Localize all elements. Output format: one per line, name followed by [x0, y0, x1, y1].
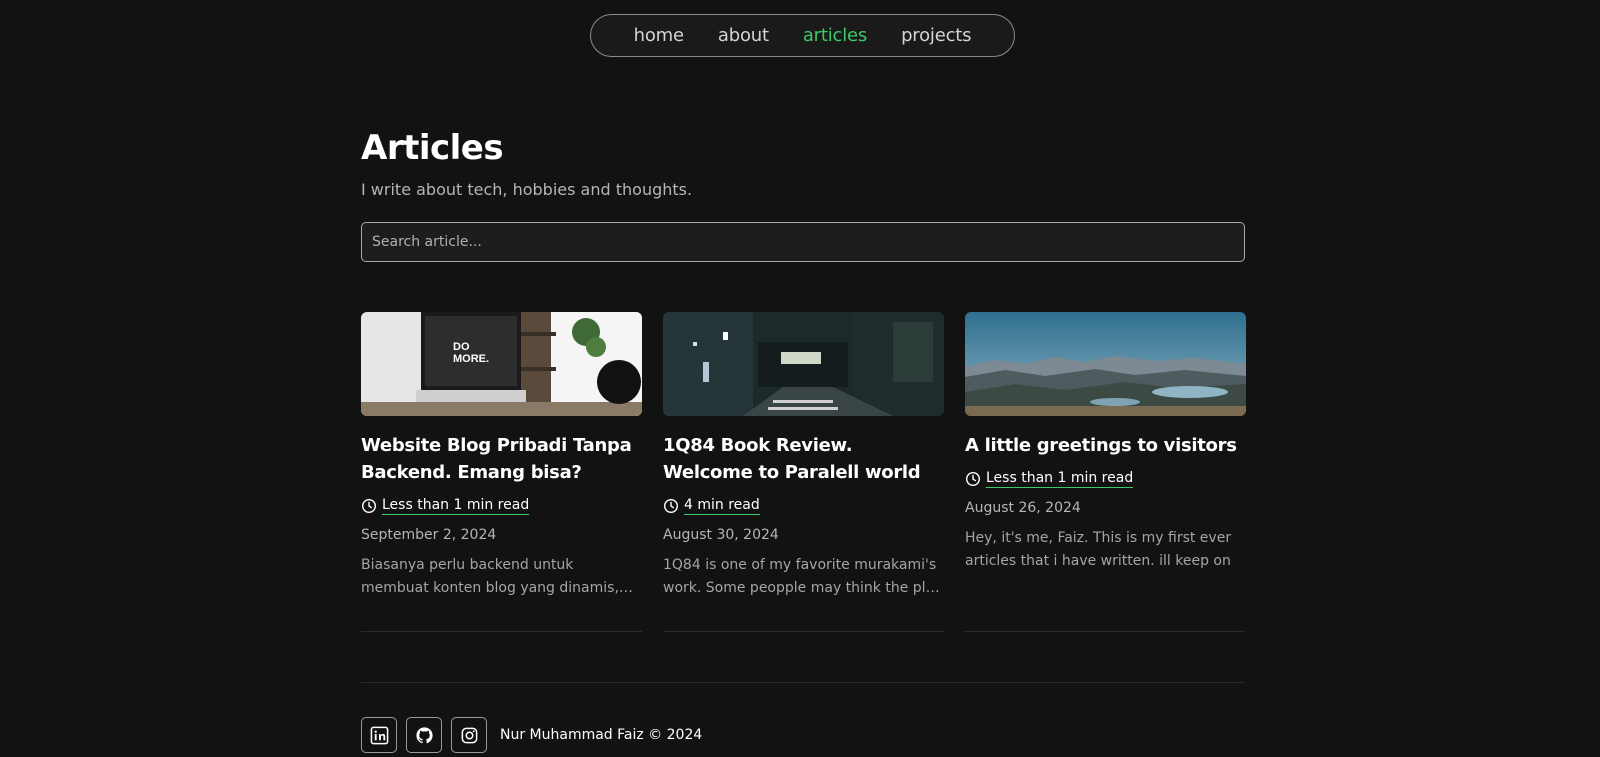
nav-projects[interactable]: projects: [901, 25, 971, 46]
read-time: Less than 1 min read: [965, 470, 1246, 488]
article-excerpt: 1Q84 is one of my favorite murakami's wo…: [663, 557, 940, 596]
read-time-label: 4 min read: [684, 497, 760, 515]
article-grid: DO MORE. Website Blog Pribadi Tanpa Back…: [361, 312, 1246, 600]
read-time-label: Less than 1 min read: [986, 470, 1134, 488]
night-street-photo[interactable]: [663, 312, 944, 416]
card-divider: [361, 631, 642, 632]
github-link[interactable]: [406, 717, 442, 753]
article-excerpt: Biasanya perlu backend untuk membuat kon…: [361, 557, 619, 596]
copyright-text: Nur Muhammad Faiz © 2024: [500, 727, 703, 743]
nav-articles[interactable]: articles: [803, 25, 867, 46]
nav-about[interactable]: about: [718, 25, 769, 46]
article-card[interactable]: A little greetings to visitors Less than…: [965, 312, 1246, 600]
linkedin-icon: [370, 726, 388, 744]
article-date: August 30, 2024: [663, 527, 779, 543]
top-navigation: home about articles projects: [590, 14, 1015, 57]
footer: Nur Muhammad Faiz © 2024: [361, 717, 702, 753]
article-title[interactable]: A little greetings to visitors: [965, 432, 1246, 459]
search-input[interactable]: [361, 222, 1245, 262]
read-time-label: Less than 1 min read: [382, 497, 530, 515]
article-card[interactable]: 1Q84 Book Review. Welcome to Paralell wo…: [663, 312, 944, 600]
svg-text:DO: DO: [453, 341, 470, 353]
article-date: August 26, 2024: [965, 500, 1081, 516]
article-title[interactable]: Website Blog Pribadi Tanpa Backend. Eman…: [361, 432, 642, 486]
footer-divider: [361, 682, 1245, 683]
article-date: September 2, 2024: [361, 527, 497, 543]
github-icon: [415, 726, 433, 743]
timer-icon: [361, 498, 377, 514]
article-card[interactable]: DO MORE. Website Blog Pribadi Tanpa Back…: [361, 312, 642, 600]
article-title[interactable]: 1Q84 Book Review. Welcome to Paralell wo…: [663, 432, 944, 486]
desk-computer-photo[interactable]: DO MORE.: [361, 312, 642, 416]
read-time: Less than 1 min read: [361, 497, 642, 515]
mountain-lake-photo[interactable]: [965, 312, 1246, 416]
read-time: 4 min read: [663, 497, 944, 515]
instagram-icon: [461, 727, 477, 743]
instagram-link[interactable]: [451, 717, 487, 753]
nav-home[interactable]: home: [634, 25, 684, 46]
timer-icon: [663, 498, 679, 514]
card-divider: [964, 631, 1245, 632]
page-title: Articles: [361, 128, 504, 168]
article-excerpt: Hey, it's me, Faiz. This is my first eve…: [965, 530, 1232, 569]
svg-text:MORE.: MORE.: [453, 353, 489, 365]
timer-icon: [965, 471, 981, 487]
linkedin-link[interactable]: [361, 717, 397, 753]
card-divider: [663, 631, 944, 632]
page-subtitle: I write about tech, hobbies and thoughts…: [361, 180, 693, 199]
page-header: Articles I write about tech, hobbies and…: [361, 128, 1245, 199]
